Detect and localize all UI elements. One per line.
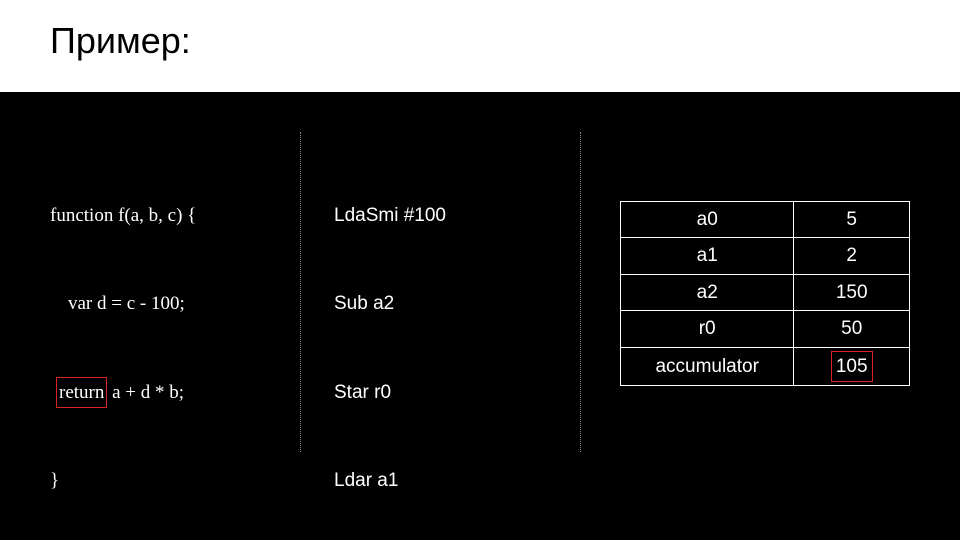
- register-table-column: a05a12a2150r050accumulator 105: [620, 142, 920, 445]
- separator-1: [300, 132, 301, 452]
- bytecode-line: Sub a2: [334, 289, 534, 318]
- bytecode-line: Ldar a1: [334, 466, 534, 495]
- bytecode-line: Star r0: [334, 378, 534, 407]
- register-name: accumulator: [621, 347, 794, 385]
- register-name: a2: [621, 274, 794, 310]
- slide-title: Пример:: [50, 20, 910, 62]
- register-value: 50: [794, 311, 910, 347]
- table-row: accumulator 105: [621, 347, 910, 385]
- register-value: 105: [794, 347, 910, 385]
- code-line: var d = c - 100;: [50, 289, 280, 318]
- content-area: function f(a, b, c) { var d = c - 100; r…: [0, 92, 960, 532]
- table-row: a05: [621, 201, 910, 237]
- title-band: Пример:: [0, 0, 960, 92]
- source-code-column: function f(a, b, c) { var d = c - 100; r…: [50, 142, 280, 540]
- table-row: a12: [621, 238, 910, 274]
- code-line: return a + d * b;: [50, 378, 280, 407]
- table-row: a2150: [621, 274, 910, 310]
- register-name: a0: [621, 201, 794, 237]
- highlight-return: return: [56, 377, 107, 408]
- bytecode-column: LdaSmi #100 Sub a2 Star r0 Ldar a1 Mul r…: [334, 142, 534, 540]
- bytecode-line: LdaSmi #100: [334, 201, 534, 230]
- highlight-value: 105: [831, 351, 873, 382]
- register-value: 5: [794, 201, 910, 237]
- code-line: function f(a, b, c) {: [50, 201, 280, 230]
- code-line: }: [50, 466, 280, 495]
- table-row: r050: [621, 311, 910, 347]
- register-table: a05a12a2150r050accumulator 105: [620, 201, 910, 386]
- register-value: 2: [794, 238, 910, 274]
- register-name: a1: [621, 238, 794, 274]
- register-value: 150: [794, 274, 910, 310]
- register-name: r0: [621, 311, 794, 347]
- separator-2: [580, 132, 581, 452]
